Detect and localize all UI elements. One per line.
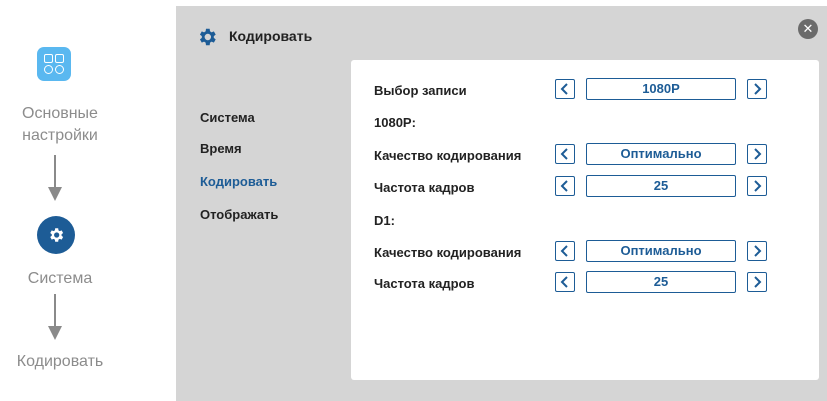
close-icon: ✕	[802, 21, 814, 36]
chevron-left-icon	[560, 276, 568, 288]
frame-rate-1080p-prev-button[interactable]	[555, 176, 575, 196]
chevron-right-icon	[754, 83, 762, 95]
record-select-value: 1080P	[586, 78, 736, 100]
encode-quality-1080p-prev-button[interactable]	[555, 144, 575, 164]
frame-rate-1080p-value: 25	[586, 175, 736, 197]
gear-icon	[37, 216, 75, 254]
section-1080p-heading: 1080P:	[374, 115, 416, 130]
chevron-left-icon	[560, 83, 568, 95]
chevron-right-icon	[754, 148, 762, 160]
nav-item-display[interactable]: Отображать	[200, 207, 278, 222]
record-select-next-button[interactable]	[747, 79, 767, 99]
flow-step-basic-settings-line1: Основные	[22, 105, 98, 122]
encode-quality-d1-value: Оптимально	[586, 240, 736, 262]
encode-quality-d1-prev-button[interactable]	[555, 241, 575, 261]
flow-step-system: Система	[27, 270, 93, 287]
frame-rate-1080p-next-button[interactable]	[747, 176, 767, 196]
section-d1-heading: D1:	[374, 213, 395, 228]
arrow-down-icon	[48, 294, 62, 340]
frame-rate-d1-label: Частота кадров	[374, 276, 475, 291]
window-title: Кодировать	[229, 28, 313, 44]
frame-rate-1080p-label: Частота кадров	[374, 180, 475, 195]
chevron-right-icon	[754, 276, 762, 288]
flow-step-basic-settings-line2: настройки	[22, 127, 98, 144]
gear-icon	[199, 28, 216, 46]
encode-settings-panel: Выбор записи 1080P 1080P: Качество кодир…	[351, 60, 819, 380]
settings-flow: Основные настройки Система Кодировать	[0, 0, 120, 401]
encode-settings-window: Кодировать ✕ Система Время Кодировать От…	[176, 6, 827, 401]
flow-step-encode: Кодировать	[16, 353, 104, 370]
frame-rate-d1-next-button[interactable]	[747, 272, 767, 292]
apps-grid-icon	[37, 47, 71, 81]
encode-quality-1080p-value: Оптимально	[586, 143, 736, 165]
encode-quality-d1-next-button[interactable]	[747, 241, 767, 261]
nav-item-encode[interactable]: Кодировать	[200, 174, 277, 189]
chevron-right-icon	[754, 180, 762, 192]
nav-item-system[interactable]: Система	[200, 110, 255, 125]
frame-rate-d1-value: 25	[586, 271, 736, 293]
close-button[interactable]: ✕	[798, 19, 818, 39]
arrow-down-icon	[48, 155, 62, 201]
encode-quality-1080p-label: Качество кодирования	[374, 148, 522, 163]
nav-item-time[interactable]: Время	[200, 141, 242, 156]
encode-quality-1080p-next-button[interactable]	[747, 144, 767, 164]
record-select-prev-button[interactable]	[555, 79, 575, 99]
encode-quality-d1-label: Качество кодирования	[374, 245, 522, 260]
chevron-right-icon	[754, 245, 762, 257]
frame-rate-d1-prev-button[interactable]	[555, 272, 575, 292]
chevron-left-icon	[560, 148, 568, 160]
chevron-left-icon	[560, 180, 568, 192]
chevron-left-icon	[560, 245, 568, 257]
record-select-label: Выбор записи	[374, 83, 467, 98]
